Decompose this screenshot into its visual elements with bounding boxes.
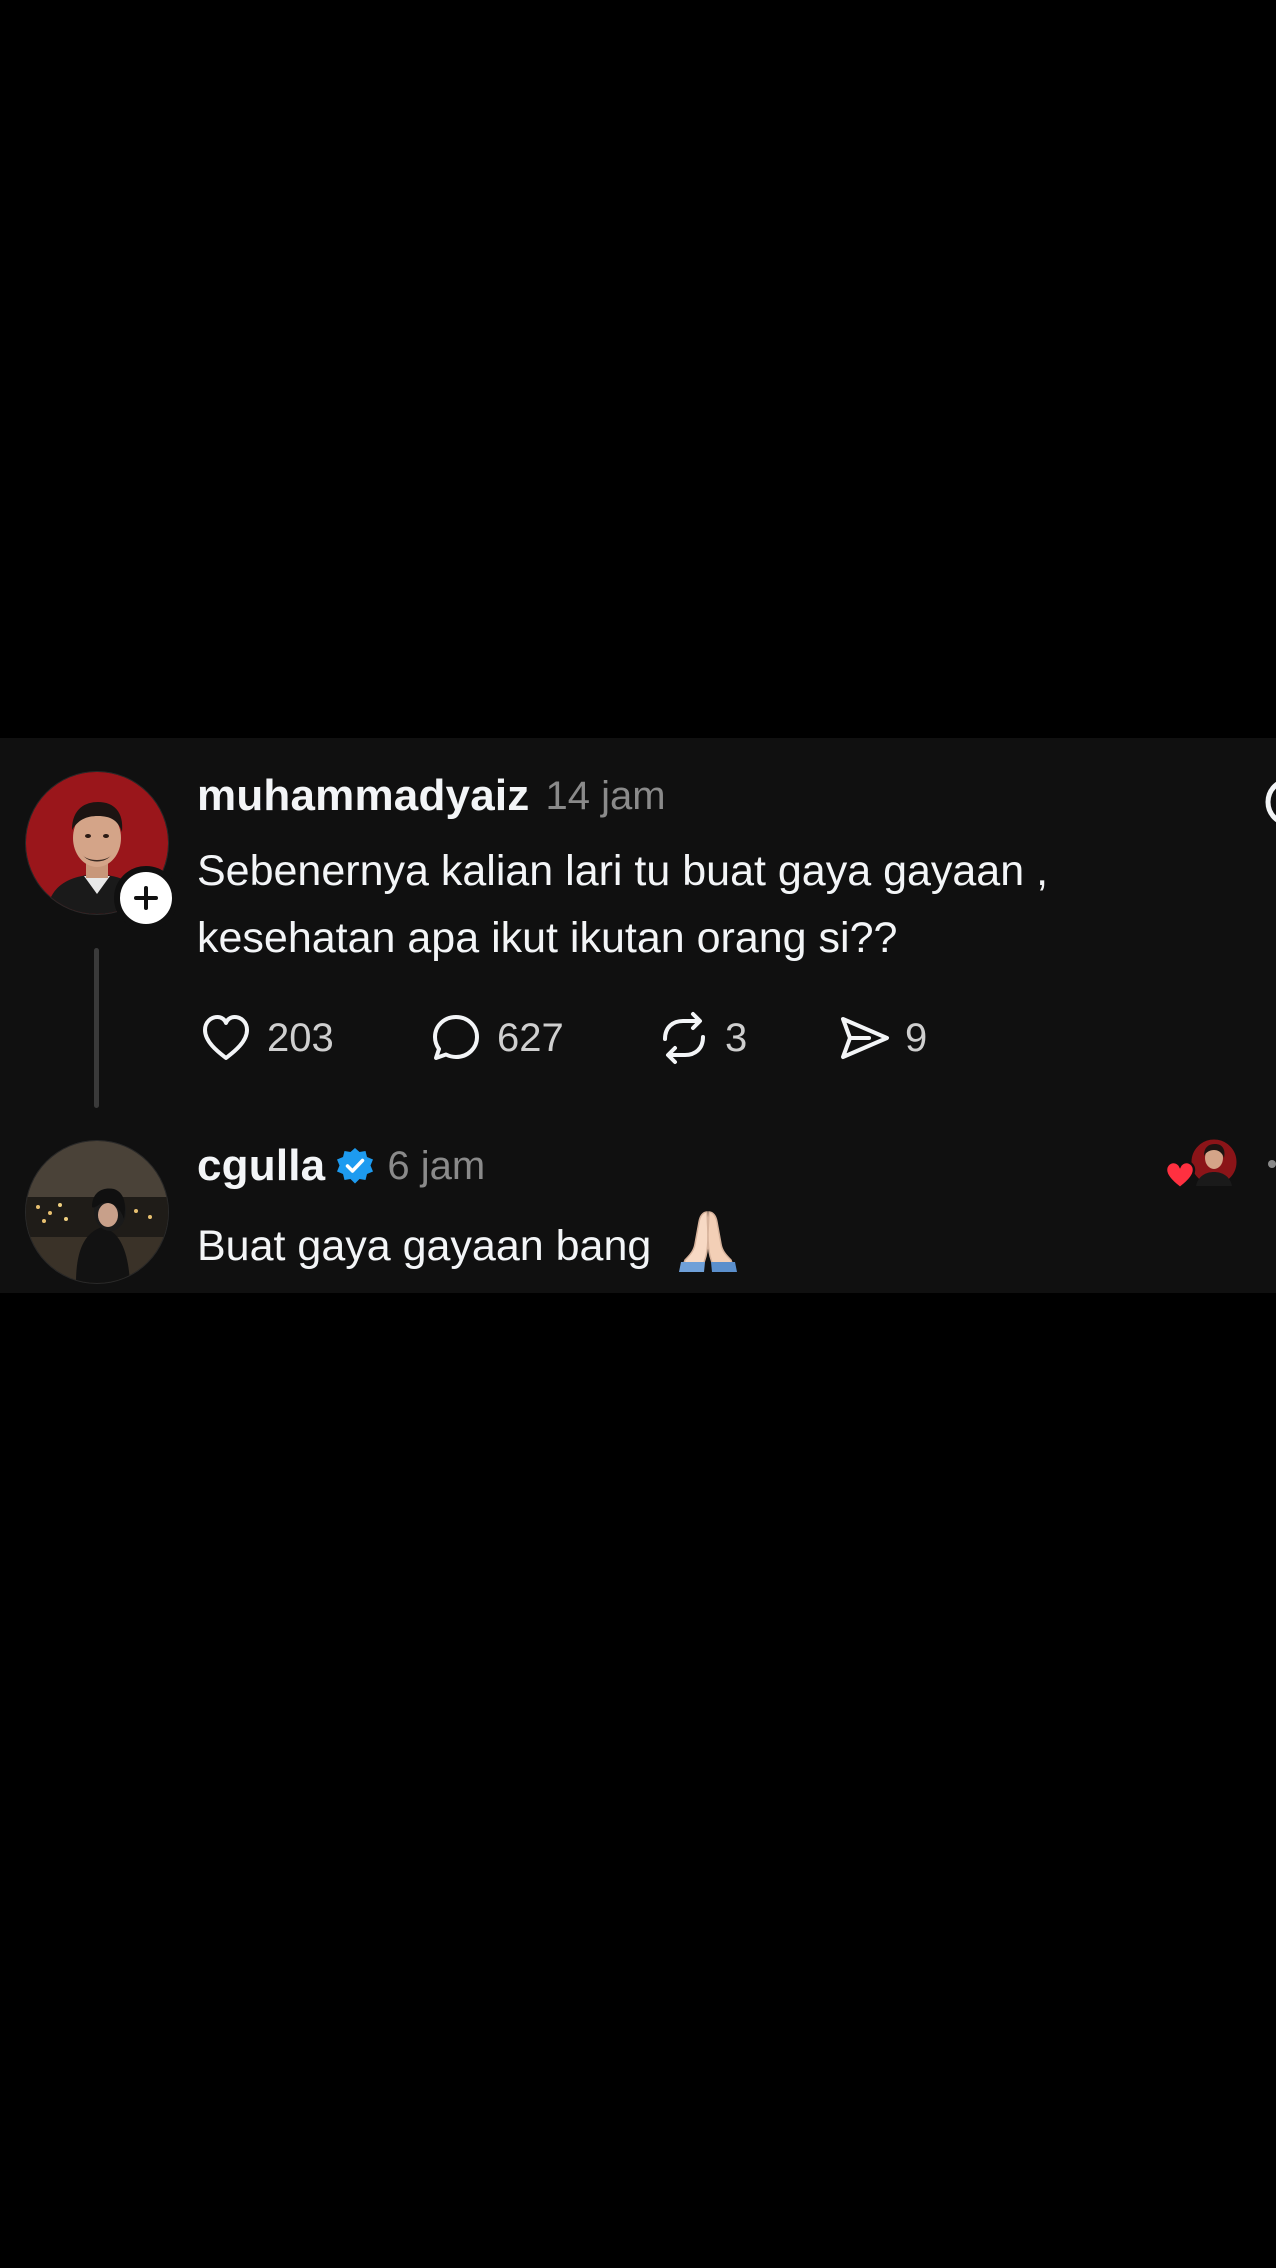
post-body: Sebenernya kalian lari tu buat gaya gaya… bbox=[197, 838, 1048, 972]
liked-by-author-indicator bbox=[1160, 1136, 1240, 1196]
like-button[interactable]: 203 bbox=[197, 1006, 334, 1070]
like-count: 203 bbox=[267, 1015, 334, 1060]
reply-header: cgulla 6 jam bbox=[197, 1138, 485, 1194]
post-action-bar: 203 627 3 9 bbox=[197, 1006, 957, 1070]
more-options-icon[interactable] bbox=[1262, 774, 1276, 830]
reply-body-text: Buat gaya gayaan bang bbox=[197, 1222, 652, 1270]
heart-filled-icon bbox=[1164, 1160, 1196, 1190]
repost-button[interactable]: 3 bbox=[655, 1006, 747, 1070]
verified-badge-icon bbox=[337, 1148, 374, 1184]
post-timestamp: 14 jam bbox=[545, 773, 666, 818]
repost-icon bbox=[663, 1012, 705, 1064]
reply-button[interactable]: 627 bbox=[427, 1006, 564, 1070]
post-body-line-1: Sebenernya kalian lari tu buat gaya gaya… bbox=[197, 847, 1049, 895]
post-body-line-2: kesehatan apa ikut ikutan orang si?? bbox=[197, 914, 898, 962]
thread-card: muhammadyaiz 14 jam Sebenernya kalian la… bbox=[0, 738, 1276, 1293]
reply-count: 627 bbox=[497, 1015, 564, 1060]
post-header: muhammadyaiz 14 jam bbox=[197, 768, 666, 824]
post-username[interactable]: muhammadyaiz bbox=[197, 771, 530, 821]
reply-username[interactable]: cgulla bbox=[197, 1141, 325, 1191]
follow-plus-icon[interactable] bbox=[114, 866, 178, 930]
comment-icon bbox=[433, 1015, 479, 1060]
reply-body: Buat gaya gayaan bang bbox=[197, 1204, 743, 1280]
heart-icon bbox=[203, 1015, 249, 1060]
reply-more-options-icon[interactable] bbox=[1268, 1160, 1276, 1168]
repost-count: 3 bbox=[725, 1015, 748, 1060]
folded-hands-emoji-icon bbox=[679, 1211, 738, 1272]
reply-author-avatar[interactable] bbox=[26, 1141, 168, 1283]
share-button[interactable]: 9 bbox=[835, 1006, 927, 1070]
reply-timestamp: 6 jam bbox=[387, 1143, 486, 1188]
share-count: 9 bbox=[905, 1015, 928, 1060]
send-icon bbox=[841, 1017, 889, 1059]
thread-connector-line bbox=[94, 948, 99, 1108]
